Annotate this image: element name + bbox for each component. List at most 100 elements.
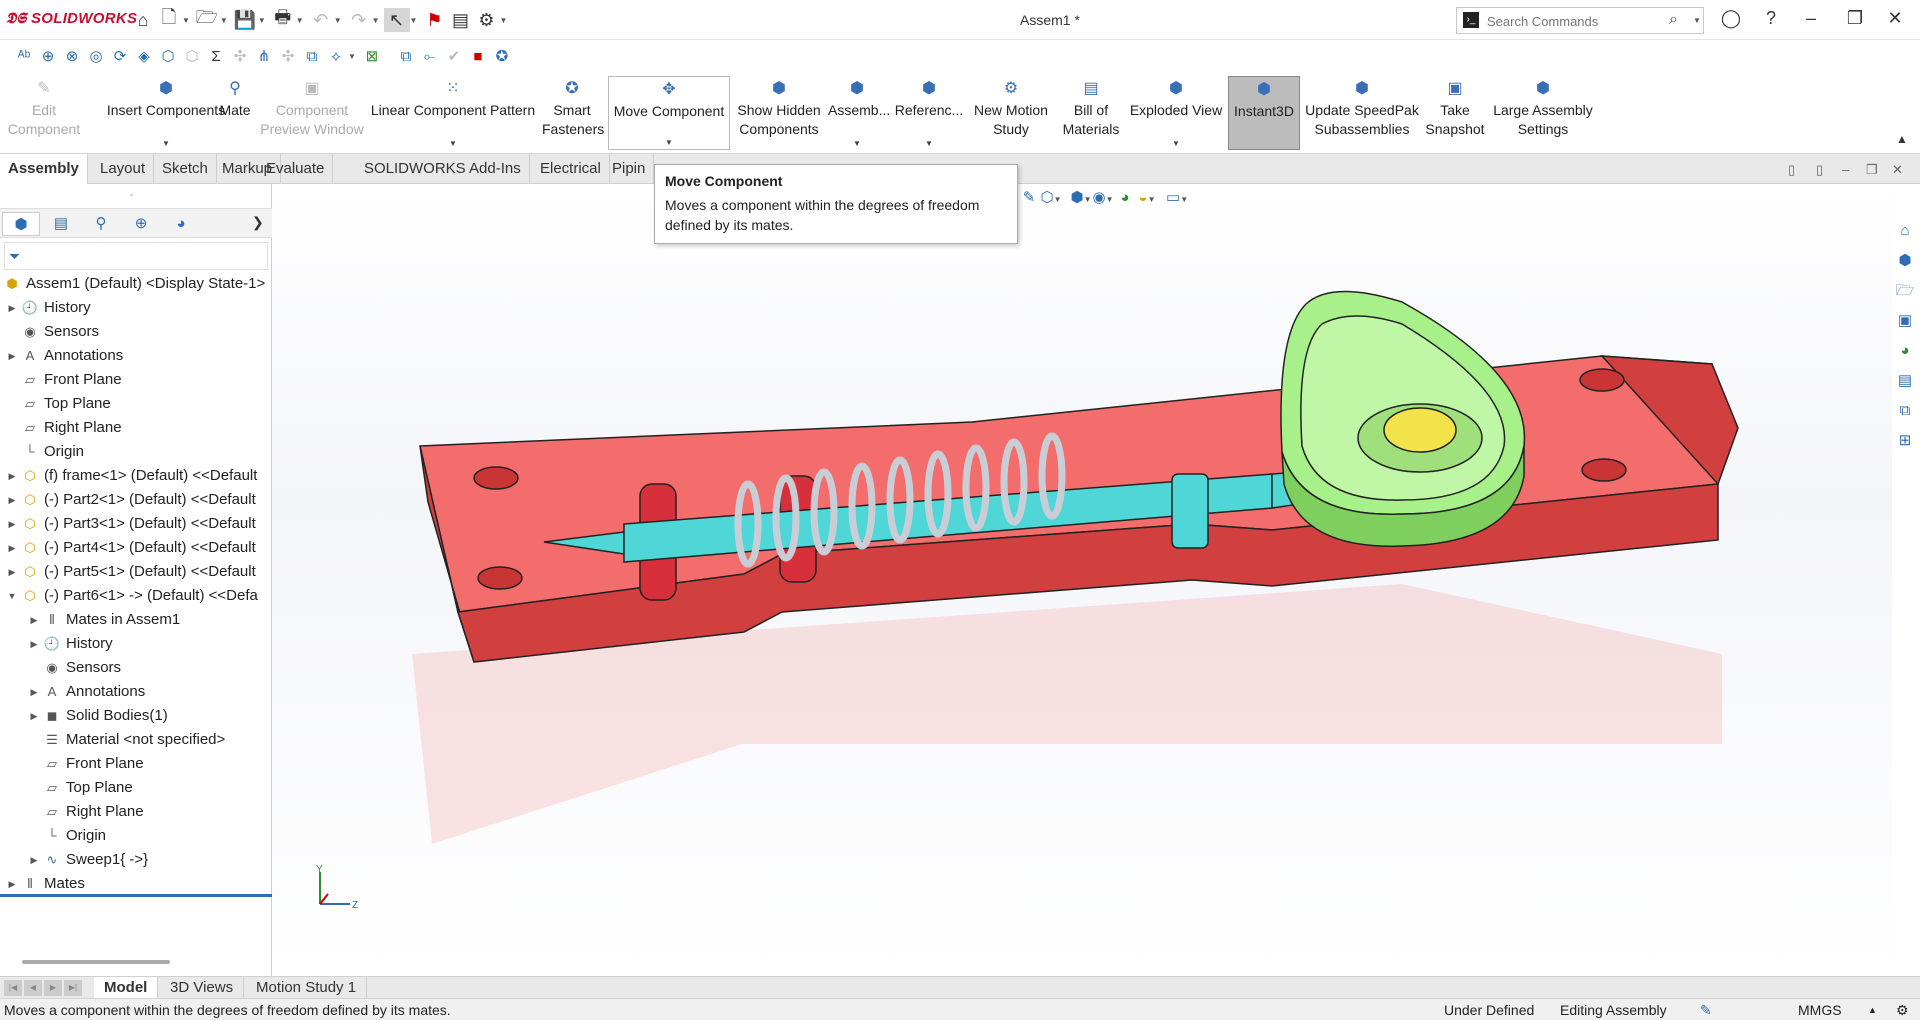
chevron-down-icon[interactable]: ▼ [334, 16, 342, 25]
print-icon[interactable]: 🖶 [270, 7, 296, 32]
view-monitor-icon[interactable]: ▭▼ [1166, 188, 1188, 206]
chevron-down-icon[interactable]: ▼ [1693, 16, 1701, 25]
tree-rollback-bar[interactable] [0, 894, 272, 897]
toolbox-icon[interactable]: ✪ [490, 44, 514, 68]
tree-node[interactable]: ▶ ⬡ (-) Part5<1> (Default) <<Default [0, 560, 272, 584]
tree-node[interactable]: └ Origin [0, 824, 272, 848]
hole-alignment-icon[interactable]: ◎ [84, 44, 108, 68]
display-manager-tab-icon[interactable]: ◕ [162, 212, 200, 236]
clearance-icon[interactable]: ⊗ [60, 44, 84, 68]
view-setting-icon[interactable]: ✎ [1018, 188, 1040, 206]
ribbon-button[interactable]: ⬢ Exploded View ▼ [1128, 76, 1224, 150]
chevron-right-icon[interactable]: ▶ [6, 464, 18, 488]
new-file-icon[interactable]: 🗋 [156, 7, 182, 32]
tab-layout[interactable]: Layout [92, 154, 155, 184]
doc-restore-icon[interactable]: ❐ [1866, 162, 1878, 178]
help-icon[interactable]: ? [1756, 8, 1786, 29]
tree-node[interactable]: ◉ Sensors [0, 656, 272, 680]
chevron-right-icon[interactable]: ❯ [252, 214, 264, 231]
3d-experience-icon[interactable]: ⊞ [1892, 428, 1918, 454]
measure-icon[interactable]: ⟳ [108, 44, 132, 68]
section-properties-icon[interactable]: ⬡ [156, 44, 180, 68]
mirror-components-icon[interactable]: ⊠ [360, 44, 384, 68]
property-manager-tab-icon[interactable]: ▤ [42, 212, 80, 236]
bottom-tab-3d-views[interactable]: 3D Views [160, 977, 245, 999]
ribbon-button[interactable]: ⬢ Show Hidden Components [732, 76, 826, 150]
tab-assembly[interactable]: Assembly [0, 154, 88, 184]
ribbon-button[interactable]: ✥ Move Component ▼ [608, 76, 730, 150]
open-file-icon[interactable]: 🗁 [194, 7, 220, 32]
tree-node[interactable]: ▶ ⫴ Mates [0, 872, 272, 896]
chevron-down-icon[interactable]: ▼ [258, 16, 266, 25]
chevron-right-icon[interactable]: ▶ [6, 512, 18, 536]
cam-part[interactable] [1280, 290, 1526, 547]
ribbon-button[interactable]: ⬢ Instant3D [1228, 76, 1300, 150]
tree-node[interactable]: └ Origin [0, 440, 272, 464]
chevron-right-icon[interactable]: ▶ [6, 296, 18, 320]
close-icon[interactable]: ✕ [1880, 8, 1910, 29]
first-tab-icon[interactable]: |◀ [4, 980, 22, 996]
sensor-icon[interactable]: ⬡ [180, 44, 204, 68]
chevron-down-icon[interactable]: ▼ [1128, 138, 1224, 150]
equations-icon[interactable]: Σ [204, 44, 228, 68]
chevron-right-icon[interactable]: ▶ [6, 344, 18, 368]
tree-node[interactable]: ▱ Right Plane [0, 416, 272, 440]
chevron-down-icon[interactable]: ▼ [828, 138, 886, 150]
routing-icon[interactable]: ■ [466, 44, 490, 68]
last-tab-icon[interactable]: ▶| [64, 980, 82, 996]
chevron-down-icon[interactable]: ▼ [609, 137, 729, 149]
motion-icon[interactable]: ⟜ [418, 44, 442, 68]
tree-node[interactable]: ▱ Front Plane [0, 752, 272, 776]
ribbon-button[interactable]: ⬢ Referenc... ▼ [892, 76, 966, 150]
panel-grip-icon[interactable]: ◦ [130, 190, 134, 201]
feature-manager-tab-icon[interactable]: ⬢ [2, 212, 40, 236]
user-account-icon[interactable]: ◯ [1716, 8, 1746, 29]
chevron-down-icon[interactable]: ▼ [370, 138, 536, 150]
save-icon[interactable]: 💾 [232, 8, 258, 32]
ribbon-button[interactable]: ▣ Component Preview Window [258, 76, 366, 150]
tree-node[interactable]: ▼ ⬡ (-) Part6<1> -> (Default) <<Defa [0, 584, 272, 608]
tree-node[interactable]: ▶ A Annotations [0, 680, 272, 704]
chevron-down-icon[interactable]: ▼ [499, 16, 507, 25]
view-palette-icon[interactable]: ▣ [1892, 308, 1918, 334]
chevron-down-icon[interactable]: ▼ [372, 16, 380, 25]
ribbon-button[interactable]: ✪ Smart Fasteners [542, 76, 604, 150]
search-icon[interactable]: ⌕ [1669, 11, 1678, 29]
check-mark-icon[interactable]: ✔ [442, 44, 466, 68]
tree-node[interactable]: ▶ ∿ Sweep1{ ->} [0, 848, 272, 872]
ribbon-button[interactable]: ⬢ Large Assembly Settings [1490, 76, 1596, 150]
tab-evaluate[interactable]: Evaluate [258, 154, 334, 184]
graphics-area[interactable]: Y Z [272, 184, 1892, 976]
chevron-down-icon[interactable]: ▼ [6, 584, 18, 608]
configuration-manager-tab-icon[interactable]: ⚲ [82, 212, 120, 236]
compare-icon[interactable]: ⧉ [300, 44, 324, 68]
interference-icon[interactable]: ⊕ [36, 44, 60, 68]
chevron-right-icon[interactable]: ▶ [6, 536, 18, 560]
tree-node[interactable]: ▶ ⬡ (f) frame<1> (Default) <<Default [0, 464, 272, 488]
tab-electrical[interactable]: Electrical [532, 154, 610, 184]
tree-node[interactable]: ◉ Sensors [0, 320, 272, 344]
tree-node[interactable]: ▱ Right Plane [0, 800, 272, 824]
chevron-down-icon[interactable]: ▼ [410, 16, 418, 25]
chevron-right-icon[interactable]: ▶ [28, 704, 40, 728]
appearances-icon[interactable]: ◕ [1892, 338, 1918, 364]
tree-node[interactable]: ▶ A Annotations [0, 344, 272, 368]
customize-status-icon[interactable]: ⚙ [1896, 999, 1909, 1020]
select-cursor-icon[interactable]: ↖ [383, 8, 410, 32]
ribbon-button[interactable]: ⬢ Update SpeedPak Subassemblies [1304, 76, 1420, 150]
undo-icon[interactable]: ↶ [308, 8, 334, 32]
solidworks-forum-icon[interactable]: ⧉ [1892, 398, 1918, 424]
search-commands-input[interactable]: ›_ Search Commands ⌕ ▼ [1456, 7, 1704, 34]
chevron-down-icon[interactable]: ▼ [220, 16, 228, 25]
rebuild-status-icon[interactable]: ✎ [1700, 999, 1712, 1020]
file-explorer-icon[interactable]: 🗁 [1892, 278, 1918, 304]
performance-icon[interactable]: ✣ [276, 44, 300, 68]
tile-left-icon[interactable]: ▯ [1788, 162, 1795, 178]
collapse-ribbon-icon[interactable]: ▲ [1896, 132, 1908, 146]
chevron-down-icon[interactable]: ▼ [296, 16, 304, 25]
assembly-model-view[interactable] [272, 184, 1892, 976]
tree-node[interactable]: ▱ Front Plane [0, 368, 272, 392]
file-properties-icon[interactable]: ▤ [447, 8, 473, 32]
simulation-icon[interactable]: ⧉ [394, 44, 418, 68]
tile-right-icon[interactable]: ▯ [1816, 162, 1823, 178]
